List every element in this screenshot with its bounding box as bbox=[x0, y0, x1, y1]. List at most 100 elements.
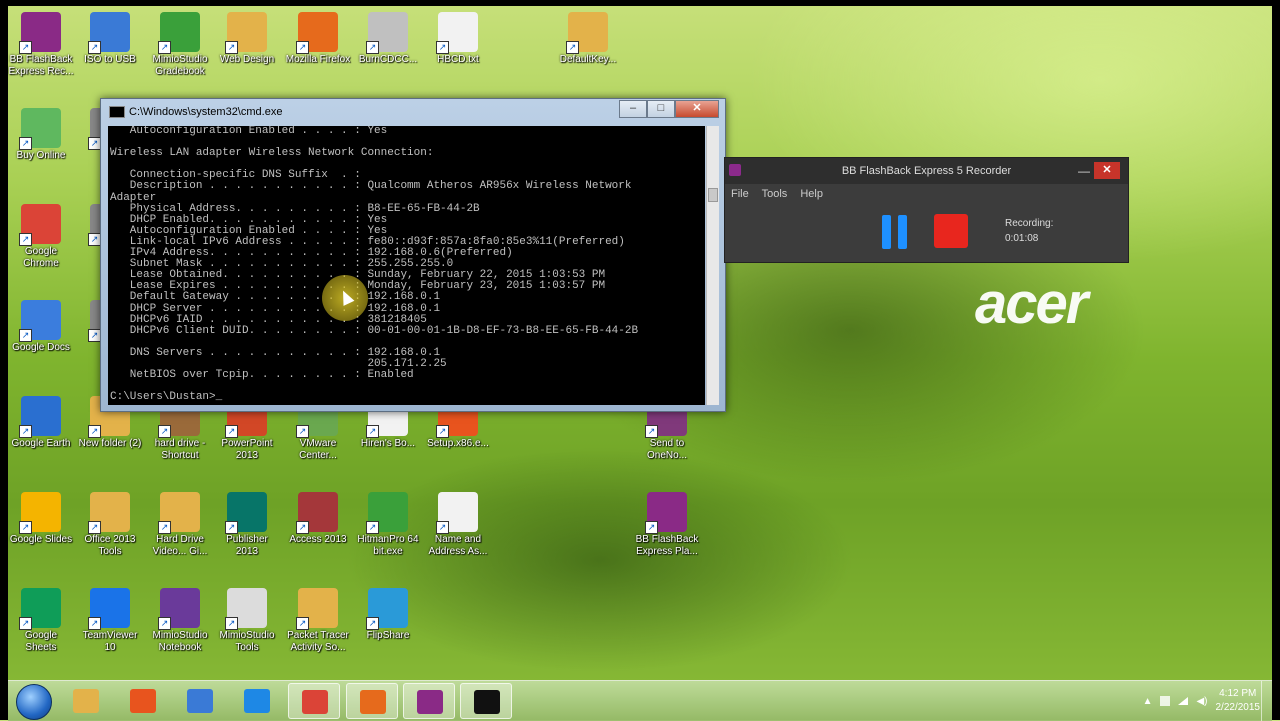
desktop-icon[interactable]: ↗ HitmanPro 64 bit.exe bbox=[355, 492, 421, 558]
right-border bbox=[1272, 0, 1280, 720]
video-player-icon: ↗ bbox=[645, 492, 687, 534]
desktop-icon-label: Hiren's Bo... bbox=[360, 438, 416, 449]
desktop-icon[interactable]: ↗ Publisher 2013 bbox=[214, 492, 280, 558]
desktop-icon-label: BB FlashBack Express Pla... bbox=[635, 534, 699, 557]
menu-tools[interactable]: Tools bbox=[762, 188, 788, 200]
taskbar-flashback-recorder-button[interactable] bbox=[403, 683, 455, 719]
desktop-icon[interactable]: ↗ Hard Drive Video... Gi... bbox=[147, 492, 213, 558]
desktop-icon[interactable]: ↗ FlipShare bbox=[355, 588, 421, 642]
desktop-icon[interactable]: ↗ MimioStudio Notebook bbox=[147, 588, 213, 654]
tray-overflow-icon[interactable]: ▲ bbox=[1143, 696, 1153, 707]
desktop-icon[interactable]: ↗ Google Slides bbox=[8, 492, 74, 546]
pause-button[interactable] bbox=[882, 215, 912, 249]
cmd-window[interactable]: C:\Windows\system32\cmd.exe – □ ✕ Autoco… bbox=[100, 98, 726, 412]
recording-status: Recording: 0:01:08 bbox=[1005, 216, 1053, 246]
taskbar-paint-tool-button[interactable] bbox=[174, 683, 226, 719]
power-icon[interactable] bbox=[1160, 696, 1171, 706]
desktop-icon[interactable]: ↗ DefaultKey... bbox=[555, 12, 621, 66]
recorder-minimize-button[interactable]: — bbox=[1078, 158, 1090, 184]
folder-icon: ↗ bbox=[88, 492, 130, 534]
desktop-icon[interactable]: ↗ HBCD.txt bbox=[425, 12, 491, 66]
shortcut-arrow-icon: ↗ bbox=[19, 425, 32, 438]
acer-logo: acer bbox=[975, 271, 1088, 336]
desktop-icon-label: HitmanPro 64 bit.exe bbox=[357, 534, 419, 557]
desktop-icon[interactable]: ↗ Packet Tracer Activity So... bbox=[285, 588, 351, 654]
close-button[interactable]: ✕ bbox=[675, 100, 719, 118]
taskbar-command-prompt-button[interactable] bbox=[460, 683, 512, 719]
desktop-icon-label: MimioStudio Gradebook bbox=[152, 54, 208, 77]
desktop-icon[interactable]: ↗ TeamViewer 10 bbox=[77, 588, 143, 654]
minimize-button[interactable]: – bbox=[619, 100, 647, 118]
hitmanpro-icon: ↗ bbox=[366, 492, 408, 534]
desktop-icon-label: MimioStudio Notebook bbox=[152, 630, 208, 653]
shortcut-arrow-icon: ↗ bbox=[19, 329, 32, 342]
recorder-app-icon bbox=[729, 164, 741, 176]
desktop-icon-label: Google Docs bbox=[12, 342, 70, 353]
desktop-icon-label: MimioStudio Tools bbox=[219, 630, 275, 653]
folder-icon: ↗ bbox=[566, 12, 608, 54]
desktop-icon[interactable]: ↗ Google Earth bbox=[8, 396, 74, 450]
desktop-icon[interactable]: ↗ Google Chrome bbox=[8, 204, 74, 270]
desktop-icon-label: PowerPoint 2013 bbox=[221, 438, 273, 461]
menu-file[interactable]: File bbox=[731, 188, 749, 200]
desktop-icon[interactable]: ↗ BB FlashBack Express Rec... bbox=[8, 12, 74, 78]
desktop-icon[interactable]: ↗ Mozilla Firefox bbox=[285, 12, 351, 66]
teamviewer-icon: ↗ bbox=[88, 588, 130, 630]
recorder-close-button[interactable]: ✕ bbox=[1094, 162, 1120, 179]
desktop-icon[interactable]: ↗ Web Design bbox=[214, 12, 280, 66]
menu-help[interactable]: Help bbox=[800, 188, 823, 200]
google-slides-icon: ↗ bbox=[19, 492, 61, 534]
desktop-icon-label: Google Sheets bbox=[24, 630, 58, 653]
google-sheets-icon: ↗ bbox=[19, 588, 61, 630]
taskbar-internet-explorer-button[interactable] bbox=[231, 683, 283, 719]
desktop-icon[interactable]: ↗ Access 2013 bbox=[285, 492, 351, 546]
firefox-icon bbox=[360, 690, 386, 714]
taskbar-firefox-button[interactable] bbox=[346, 683, 398, 719]
scroll-thumb[interactable] bbox=[708, 188, 718, 202]
flipshare-icon: ↗ bbox=[366, 588, 408, 630]
shortcut-arrow-icon: ↗ bbox=[366, 521, 379, 534]
desktop-icon-label: New folder (2) bbox=[78, 438, 142, 449]
desktop-icon[interactable]: ↗ MimioStudio Gradebook bbox=[147, 12, 213, 78]
pause-icon-bar bbox=[898, 215, 907, 249]
recording-label: Recording: bbox=[1005, 218, 1054, 229]
taskbar-chrome-button[interactable] bbox=[288, 683, 340, 719]
shortcut-arrow-icon: ↗ bbox=[436, 521, 449, 534]
shortcut-arrow-icon: ↗ bbox=[296, 41, 309, 54]
taskbar-media-player-button[interactable] bbox=[117, 683, 169, 719]
taskbar-file-explorer-button[interactable] bbox=[60, 683, 112, 719]
recorder-titlebar[interactable]: BB FlashBack Express 5 Recorder — ✕ bbox=[725, 158, 1128, 184]
volume-icon[interactable]: ◀) bbox=[1196, 696, 1207, 707]
left-border bbox=[0, 0, 8, 720]
desktop-icon[interactable]: ↗ MimioStudio Tools bbox=[214, 588, 280, 654]
cmd-scrollbar[interactable] bbox=[706, 126, 719, 405]
desktop-icon[interactable]: ↗ Name and Address As... bbox=[425, 492, 491, 558]
desktop-icon[interactable]: ↗ Buy Online bbox=[8, 108, 74, 162]
cmd-console[interactable]: Autoconfiguration Enabled . . . . : Yes … bbox=[108, 126, 705, 405]
shortcut-arrow-icon: ↗ bbox=[366, 617, 379, 630]
show-desktop-button[interactable] bbox=[1261, 681, 1272, 721]
desktop-icon-label: Publisher 2013 bbox=[226, 534, 268, 557]
folder-icon: ↗ bbox=[225, 12, 267, 54]
desktop-icon[interactable]: ↗ Google Docs bbox=[8, 300, 74, 354]
video-recorder-icon bbox=[417, 690, 443, 714]
desktop-icon[interactable]: ↗ BurnCDCC... bbox=[355, 12, 421, 66]
wifi-icon[interactable] bbox=[1178, 697, 1189, 705]
stop-button[interactable] bbox=[934, 214, 968, 248]
cmd-titlebar[interactable]: C:\Windows\system32\cmd.exe bbox=[109, 101, 282, 123]
shortcut-arrow-icon: ↗ bbox=[88, 425, 101, 438]
shortcut-arrow-icon: ↗ bbox=[158, 41, 171, 54]
clock[interactable]: 4:12 PM 2/22/2015 bbox=[1216, 687, 1261, 715]
desktop-icon-label: ISO to USB bbox=[84, 54, 136, 65]
shortcut-arrow-icon: ↗ bbox=[158, 617, 171, 630]
maximize-button[interactable]: □ bbox=[647, 100, 675, 118]
recorder-window[interactable]: BB FlashBack Express 5 Recorder — ✕ File… bbox=[724, 157, 1129, 263]
desktop-icon[interactable]: ↗ Google Sheets bbox=[8, 588, 74, 654]
desktop-icon[interactable]: ↗ BB FlashBack Express Pla... bbox=[634, 492, 700, 558]
desktop-icon-label: Name and Address As... bbox=[428, 534, 488, 557]
desktop-icon[interactable]: ↗ ISO to USB bbox=[77, 12, 143, 66]
start-button[interactable] bbox=[16, 684, 52, 720]
publisher-icon: ↗ bbox=[225, 492, 267, 534]
shortcut-arrow-icon: ↗ bbox=[436, 41, 449, 54]
desktop-icon[interactable]: ↗ Office 2013 Tools bbox=[77, 492, 143, 558]
